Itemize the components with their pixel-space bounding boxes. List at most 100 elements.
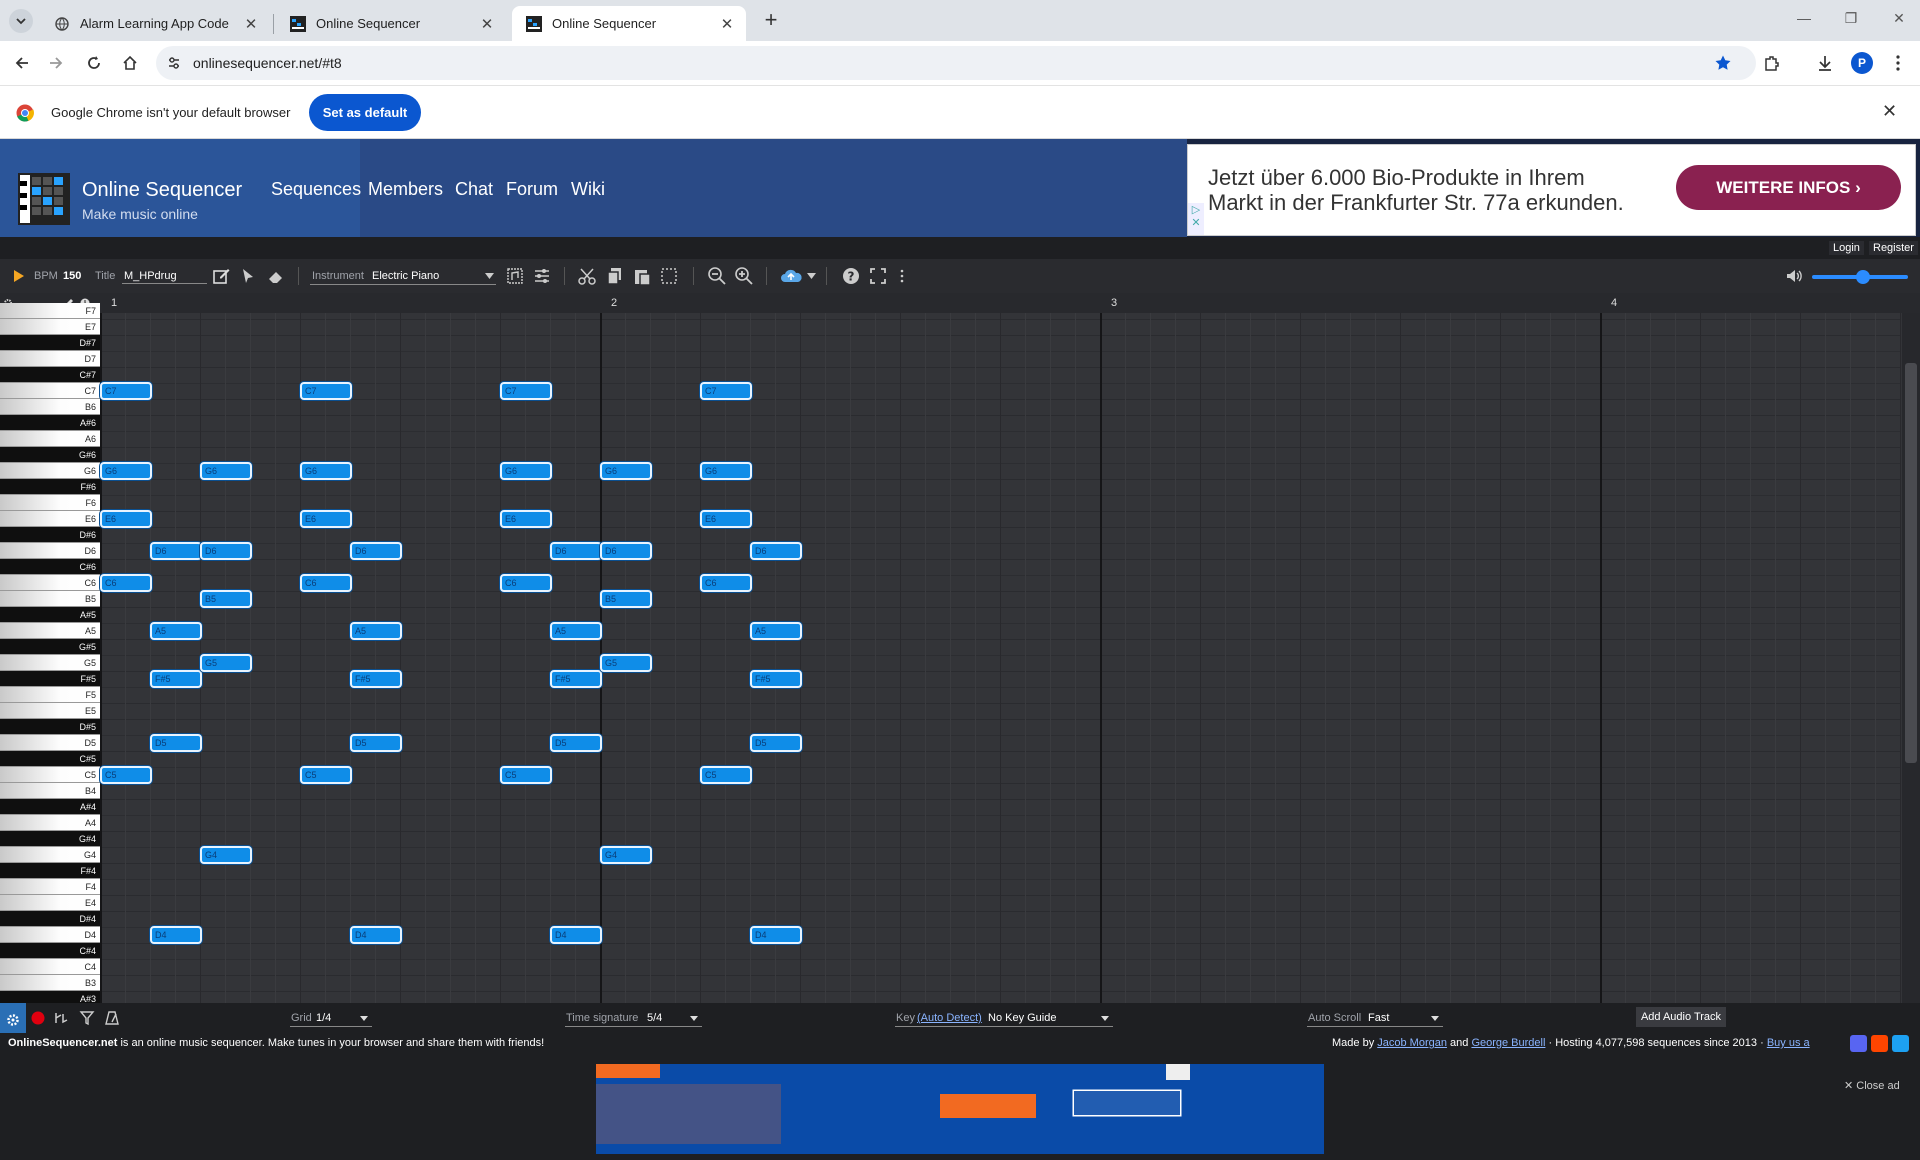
piano-key[interactable]: D#5 xyxy=(0,719,100,735)
ad-more-info-button[interactable]: WEITERE INFOS › xyxy=(1676,165,1901,210)
author-link-george[interactable]: George Burdell xyxy=(1471,1037,1545,1049)
close-infobar-icon[interactable]: ✕ xyxy=(1882,101,1897,122)
restore-icon[interactable]: ❐ xyxy=(1836,10,1866,30)
bookmark-star-icon[interactable] xyxy=(1711,51,1735,75)
note-block[interactable]: C6 xyxy=(300,574,352,592)
note-block[interactable]: D5 xyxy=(150,734,202,752)
top-advertisement[interactable]: Jetzt über 6.000 Bio-Produkte in Ihrem M… xyxy=(1187,144,1916,236)
nav-chat[interactable]: Chat xyxy=(455,179,493,200)
timeline-ruler[interactable]: 1 2 3 4 xyxy=(0,293,1920,313)
note-block[interactable]: G4 xyxy=(200,846,252,864)
piano-key[interactable]: A#3 xyxy=(0,991,100,1003)
reload-icon[interactable] xyxy=(82,51,106,75)
note-block[interactable]: C5 xyxy=(100,766,152,784)
piano-key[interactable]: F5 xyxy=(0,687,100,703)
piano-key[interactable]: F6 xyxy=(0,495,100,511)
piano-key[interactable]: C#5 xyxy=(0,751,100,767)
note-block[interactable]: D5 xyxy=(750,734,802,752)
note-block[interactable]: F#5 xyxy=(350,670,402,688)
eraser-icon[interactable] xyxy=(266,266,286,286)
note-block[interactable]: D5 xyxy=(350,734,402,752)
nav-wiki[interactable]: Wiki xyxy=(571,179,605,200)
piano-key[interactable]: G#4 xyxy=(0,831,100,847)
caret-down-icon[interactable] xyxy=(1101,1016,1109,1021)
time-signature-select[interactable]: 5/4 xyxy=(647,1012,662,1024)
note-block[interactable]: G6 xyxy=(200,462,252,480)
note-block[interactable]: E6 xyxy=(300,510,352,528)
note-block[interactable]: G5 xyxy=(200,654,252,672)
piano-key[interactable]: C#7 xyxy=(0,367,100,383)
author-link-jacob[interactable]: Jacob Morgan xyxy=(1377,1037,1447,1049)
piano-key[interactable]: D4 xyxy=(0,927,100,943)
nav-forum[interactable]: Forum xyxy=(506,179,558,200)
piano-key[interactable]: E6 xyxy=(0,511,100,527)
note-block[interactable]: G5 xyxy=(600,654,652,672)
title-input[interactable]: M_HPdrug xyxy=(124,270,177,282)
note-block[interactable]: D4 xyxy=(550,926,602,944)
download-icon[interactable] xyxy=(1813,51,1837,75)
settings-tab[interactable] xyxy=(0,1003,26,1033)
piano-key[interactable]: A5 xyxy=(0,623,100,639)
play-icon[interactable] xyxy=(8,266,28,286)
footer-brand[interactable]: OnlineSequencer.net xyxy=(8,1037,117,1049)
note-block[interactable]: C7 xyxy=(500,382,552,400)
edit-icon[interactable] xyxy=(211,266,231,286)
note-block[interactable]: B5 xyxy=(600,590,652,608)
piano-key[interactable]: D#4 xyxy=(0,911,100,927)
midi-note-icon[interactable] xyxy=(53,1010,69,1026)
note-block[interactable]: C6 xyxy=(700,574,752,592)
note-block[interactable]: C5 xyxy=(300,766,352,784)
register-link[interactable]: Register xyxy=(1869,241,1918,255)
adchoices-icon[interactable]: ▷ ✕ xyxy=(1188,203,1204,235)
caret-down-icon[interactable] xyxy=(690,1016,698,1021)
volume-icon[interactable] xyxy=(1784,266,1804,286)
instrument-settings-icon[interactable] xyxy=(505,266,525,286)
back-icon[interactable] xyxy=(10,51,34,75)
close-tab-icon[interactable]: ✕ xyxy=(718,15,736,33)
twitter-icon[interactable] xyxy=(1892,1035,1909,1052)
piano-key[interactable]: E7 xyxy=(0,319,100,335)
zoom-in-icon[interactable] xyxy=(734,266,754,286)
metronome-icon[interactable] xyxy=(104,1010,120,1026)
bpm-input[interactable]: 150 xyxy=(63,270,81,282)
note-block[interactable]: D6 xyxy=(750,542,802,560)
note-block[interactable]: D6 xyxy=(350,542,402,560)
note-block[interactable]: D6 xyxy=(150,542,202,560)
piano-key[interactable]: F7 xyxy=(0,303,100,319)
paste-icon[interactable] xyxy=(632,266,652,286)
copy-icon[interactable] xyxy=(605,266,625,286)
piano-key[interactable]: B6 xyxy=(0,399,100,415)
cut-icon[interactable] xyxy=(577,266,597,286)
minimize-icon[interactable]: — xyxy=(1789,10,1819,30)
note-block[interactable]: C6 xyxy=(500,574,552,592)
note-block[interactable]: E6 xyxy=(700,510,752,528)
nav-members[interactable]: Members xyxy=(368,179,443,200)
note-block[interactable]: C6 xyxy=(100,574,152,592)
note-block[interactable]: E6 xyxy=(100,510,152,528)
piano-key[interactable]: C6 xyxy=(0,575,100,591)
piano-key[interactable]: A#6 xyxy=(0,415,100,431)
tab-online-sequencer-active[interactable]: Online Sequencer ✕ xyxy=(512,6,746,41)
note-block[interactable]: G6 xyxy=(600,462,652,480)
caret-down-icon[interactable] xyxy=(1431,1016,1439,1021)
discord-icon[interactable] xyxy=(1850,1035,1867,1052)
instrument-select[interactable]: Electric Piano xyxy=(372,270,439,282)
piano-key[interactable]: D6 xyxy=(0,543,100,559)
site-info-icon[interactable] xyxy=(162,51,186,75)
piano-key[interactable]: F#6 xyxy=(0,479,100,495)
note-block[interactable]: F#5 xyxy=(550,670,602,688)
home-icon[interactable] xyxy=(118,51,142,75)
note-block[interactable]: A5 xyxy=(350,622,402,640)
record-icon[interactable] xyxy=(31,1011,45,1025)
new-tab-button[interactable]: + xyxy=(758,8,784,34)
note-block[interactable]: D4 xyxy=(150,926,202,944)
note-block[interactable]: D6 xyxy=(200,542,252,560)
note-block[interactable]: C7 xyxy=(100,382,152,400)
more-options-icon[interactable] xyxy=(898,266,906,286)
note-block[interactable]: G4 xyxy=(600,846,652,864)
help-icon[interactable]: ? xyxy=(841,266,861,286)
piano-key[interactable]: G5 xyxy=(0,655,100,671)
filter-icon[interactable] xyxy=(79,1010,95,1026)
note-block[interactable]: C5 xyxy=(700,766,752,784)
omnibox[interactable] xyxy=(156,46,1756,80)
